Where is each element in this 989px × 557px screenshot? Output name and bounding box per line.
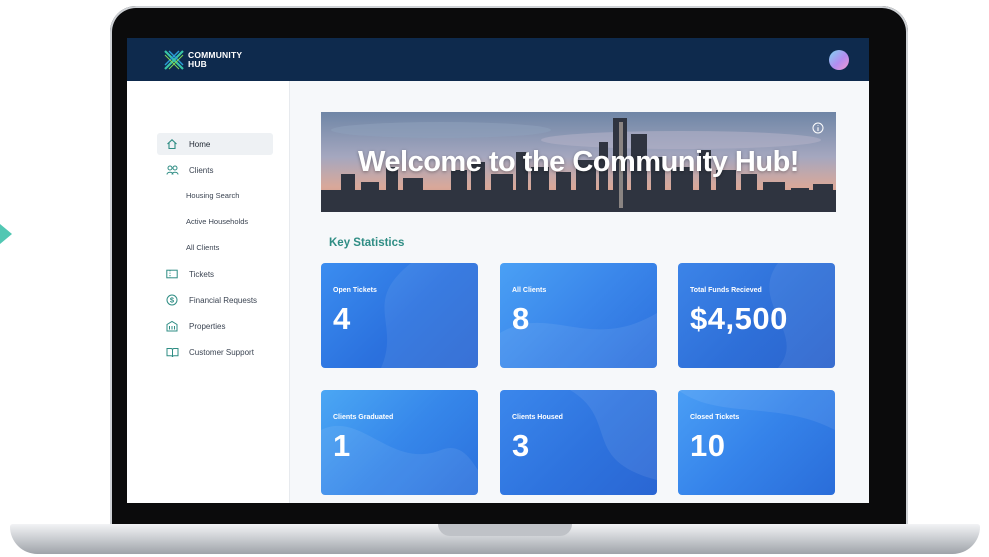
stat-label: Open Tickets (333, 287, 377, 294)
sidebar-item-label: Customer Support (189, 347, 254, 357)
sidebar-subitem-housing-search[interactable]: Housing Search (186, 191, 239, 200)
hub-logo-icon[interactable] (163, 49, 185, 71)
dollar-circle-icon: $ (165, 293, 179, 307)
stat-card-clients-graduated[interactable]: Clients Graduated 1 (321, 390, 478, 495)
stat-value: 8 (512, 301, 530, 336)
book-open-icon (165, 345, 179, 359)
stat-label: Clients Graduated (333, 414, 394, 421)
stat-value: 3 (512, 428, 530, 463)
users-icon (165, 163, 179, 177)
stat-label: Total Funds Recieved (690, 287, 762, 294)
sidebar-item-home[interactable]: Home (157, 133, 273, 155)
user-avatar[interactable] (829, 50, 849, 70)
sidebar-item-tickets[interactable]: Tickets (157, 263, 273, 285)
stat-label: All Clients (512, 287, 547, 294)
stat-card-closed-tickets[interactable]: Closed Tickets 10 (678, 390, 835, 495)
laptop-base (10, 524, 980, 554)
sidebar-subitem-all-clients[interactable]: All Clients (186, 243, 219, 252)
stat-card-clients-housed[interactable]: Clients Housed 3 (500, 390, 657, 495)
ticket-icon (165, 267, 179, 281)
decorative-arrow (0, 224, 12, 244)
stat-label: Clients Housed (512, 414, 563, 421)
section-title: Key Statistics (329, 237, 405, 249)
sidebar-item-label: Clients (189, 165, 214, 175)
stat-value: 1 (333, 428, 351, 463)
stat-value: 4 (333, 301, 351, 336)
sidebar-item-label: Financial Requests (189, 295, 258, 305)
sidebar-item-customer-support[interactable]: Customer Support (157, 341, 273, 363)
sidebar-item-label: Properties (189, 321, 226, 331)
stat-card-total-funds[interactable]: Total Funds Recieved $4,500 (678, 263, 835, 368)
home-icon (165, 137, 179, 151)
main-content: Welcome to the Community Hub! Key Statis… (290, 81, 869, 503)
stat-label: Closed Tickets (690, 414, 740, 421)
brand-name[interactable]: COMMUNITY HUB (188, 51, 242, 69)
top-bar: COMMUNITY HUB (127, 38, 869, 81)
stat-card-open-tickets[interactable]: Open Tickets 4 (321, 263, 478, 368)
app-screen: COMMUNITY HUB Home Clients Housing Searc… (127, 38, 869, 503)
laptop-notch (438, 524, 572, 536)
stat-card-all-clients[interactable]: All Clients 8 (500, 263, 657, 368)
banner-title: Welcome to the Community Hub! (358, 146, 799, 178)
stat-value: $4,500 (690, 301, 788, 336)
brand-line-2: HUB (188, 59, 208, 69)
sidebar-item-clients[interactable]: Clients (157, 159, 298, 181)
sidebar-item-financial-requests[interactable]: $ Financial Requests (157, 289, 273, 311)
info-icon[interactable] (812, 122, 824, 134)
sidebar-subitem-active-households[interactable]: Active Households (186, 217, 248, 226)
stat-value: 10 (690, 428, 726, 463)
svg-text:$: $ (170, 296, 175, 305)
welcome-banner: Welcome to the Community Hub! (321, 112, 836, 212)
sidebar-item-label: Tickets (189, 269, 215, 279)
sidebar-item-label: Home (189, 139, 211, 149)
sidebar-item-properties[interactable]: Properties (157, 315, 273, 337)
building-icon (165, 319, 179, 333)
sidebar: Home Clients Housing Search Active House… (127, 81, 298, 503)
